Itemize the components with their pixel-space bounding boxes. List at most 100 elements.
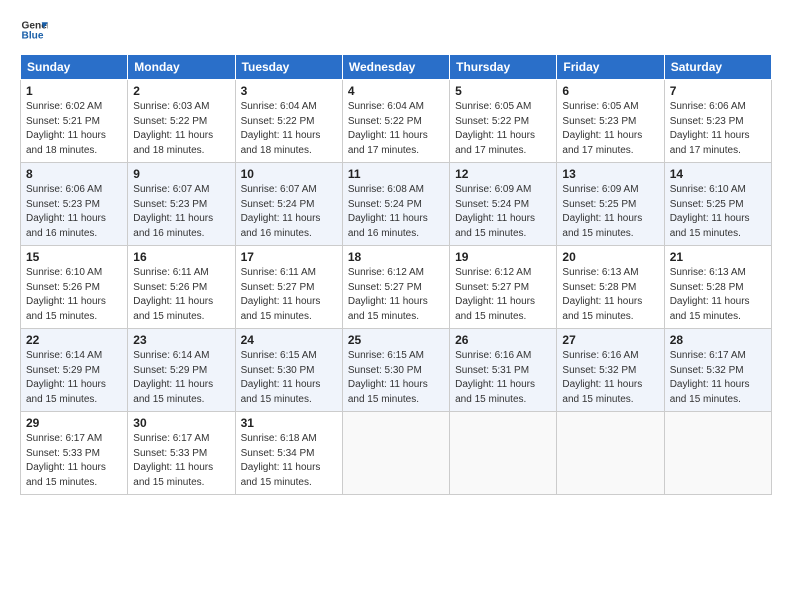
calendar-day-cell xyxy=(557,412,664,495)
calendar-day-cell: 1 Sunrise: 6:02 AM Sunset: 5:21 PM Daylig… xyxy=(21,80,128,163)
calendar-day-cell: 5 Sunrise: 6:05 AM Sunset: 5:22 PM Daylig… xyxy=(450,80,557,163)
day-number: 27 xyxy=(562,333,658,347)
day-number: 25 xyxy=(348,333,444,347)
day-info: Sunrise: 6:16 AM Sunset: 5:32 PM Dayligh… xyxy=(562,349,658,407)
calendar-header-row: SundayMondayTuesdayWednesdayThursdayFrid… xyxy=(21,55,772,80)
day-info: Sunrise: 6:06 AM Sunset: 5:23 PM Dayligh… xyxy=(670,100,766,158)
day-number: 1 xyxy=(26,84,122,98)
day-number: 19 xyxy=(455,250,551,264)
calendar-day-cell: 24Sunrise: 6:15 AM Sunset: 5:30 PM Dayli… xyxy=(235,329,342,412)
day-info: Sunrise: 6:13 AM Sunset: 5:28 PM Dayligh… xyxy=(562,266,658,324)
calendar-day-cell: 30 Sunrise: 6:17 AM Sunset: 5:33 PM Dayli… xyxy=(128,412,235,495)
day-info: Sunrise: 6:17 AM Sunset: 5:32 PM Dayligh… xyxy=(670,349,766,407)
day-info: Sunrise: 6:15 AM Sunset: 5:30 PM Dayligh… xyxy=(241,349,337,407)
day-number: 31 xyxy=(241,416,337,430)
day-number: 8 xyxy=(26,167,122,181)
calendar-day-cell: 16 Sunrise: 6:11 AM Sunset: 5:26 PM Dayli… xyxy=(128,246,235,329)
calendar-day-cell: 25 Sunrise: 6:15 AM Sunset: 5:30 PM Dayli… xyxy=(342,329,449,412)
column-header-tuesday: Tuesday xyxy=(235,55,342,80)
day-number: 29 xyxy=(26,416,122,430)
day-number: 13 xyxy=(562,167,658,181)
column-header-saturday: Saturday xyxy=(664,55,771,80)
day-info: Sunrise: 6:15 AM Sunset: 5:30 PM Dayligh… xyxy=(348,349,444,407)
calendar-day-cell: 21 Sunrise: 6:13 AM Sunset: 5:28 PM Dayli… xyxy=(664,246,771,329)
day-info: Sunrise: 6:17 AM Sunset: 5:33 PM Dayligh… xyxy=(26,432,122,490)
day-info: Sunrise: 6:10 AM Sunset: 5:26 PM Dayligh… xyxy=(26,266,122,324)
calendar-week-row: 8 Sunrise: 6:06 AM Sunset: 5:23 PM Daylig… xyxy=(21,163,772,246)
day-info: Sunrise: 6:06 AM Sunset: 5:23 PM Dayligh… xyxy=(26,183,122,241)
calendar-week-row: 29 Sunrise: 6:17 AM Sunset: 5:33 PM Dayli… xyxy=(21,412,772,495)
calendar-day-cell: 15Sunrise: 6:10 AM Sunset: 5:26 PM Dayli… xyxy=(21,246,128,329)
day-info: Sunrise: 6:09 AM Sunset: 5:25 PM Dayligh… xyxy=(562,183,658,241)
day-number: 2 xyxy=(133,84,229,98)
logo-icon: General Blue xyxy=(20,16,48,44)
calendar-day-cell: 9Sunrise: 6:07 AM Sunset: 5:23 PM Daylig… xyxy=(128,163,235,246)
day-info: Sunrise: 6:16 AM Sunset: 5:31 PM Dayligh… xyxy=(455,349,551,407)
day-number: 5 xyxy=(455,84,551,98)
day-info: Sunrise: 6:17 AM Sunset: 5:33 PM Dayligh… xyxy=(133,432,229,490)
day-info: Sunrise: 6:10 AM Sunset: 5:25 PM Dayligh… xyxy=(670,183,766,241)
page: General Blue SundayMondayTuesdayWednesda… xyxy=(0,0,792,612)
day-info: Sunrise: 6:04 AM Sunset: 5:22 PM Dayligh… xyxy=(348,100,444,158)
calendar-week-row: 22 Sunrise: 6:14 AM Sunset: 5:29 PM Dayli… xyxy=(21,329,772,412)
day-number: 30 xyxy=(133,416,229,430)
calendar-day-cell: 3 Sunrise: 6:04 AM Sunset: 5:22 PM Daylig… xyxy=(235,80,342,163)
day-number: 16 xyxy=(133,250,229,264)
day-info: Sunrise: 6:03 AM Sunset: 5:22 PM Dayligh… xyxy=(133,100,229,158)
day-info: Sunrise: 6:11 AM Sunset: 5:27 PM Dayligh… xyxy=(241,266,337,324)
day-info: Sunrise: 6:13 AM Sunset: 5:28 PM Dayligh… xyxy=(670,266,766,324)
day-number: 20 xyxy=(562,250,658,264)
header: General Blue xyxy=(20,16,772,44)
calendar-day-cell: 12Sunrise: 6:09 AM Sunset: 5:24 PM Dayli… xyxy=(450,163,557,246)
day-number: 28 xyxy=(670,333,766,347)
calendar-day-cell: 8 Sunrise: 6:06 AM Sunset: 5:23 PM Daylig… xyxy=(21,163,128,246)
calendar-day-cell: 27 Sunrise: 6:16 AM Sunset: 5:32 PM Dayli… xyxy=(557,329,664,412)
calendar-day-cell: 19 Sunrise: 6:12 AM Sunset: 5:27 PM Dayli… xyxy=(450,246,557,329)
svg-text:Blue: Blue xyxy=(22,31,44,42)
day-info: Sunrise: 6:05 AM Sunset: 5:22 PM Dayligh… xyxy=(455,100,551,158)
day-info: Sunrise: 6:07 AM Sunset: 5:24 PM Dayligh… xyxy=(241,183,337,241)
day-number: 6 xyxy=(562,84,658,98)
day-info: Sunrise: 6:14 AM Sunset: 5:29 PM Dayligh… xyxy=(133,349,229,407)
day-number: 4 xyxy=(348,84,444,98)
logo: General Blue xyxy=(20,16,48,44)
column-header-friday: Friday xyxy=(557,55,664,80)
day-info: Sunrise: 6:11 AM Sunset: 5:26 PM Dayligh… xyxy=(133,266,229,324)
day-info: Sunrise: 6:04 AM Sunset: 5:22 PM Dayligh… xyxy=(241,100,337,158)
day-number: 26 xyxy=(455,333,551,347)
day-number: 18 xyxy=(348,250,444,264)
day-number: 14 xyxy=(670,167,766,181)
calendar-day-cell: 17 Sunrise: 6:11 AM Sunset: 5:27 PM Dayli… xyxy=(235,246,342,329)
calendar-day-cell: 18 Sunrise: 6:12 AM Sunset: 5:27 PM Dayli… xyxy=(342,246,449,329)
calendar-day-cell: 10 Sunrise: 6:07 AM Sunset: 5:24 PM Dayli… xyxy=(235,163,342,246)
calendar-day-cell: 13 Sunrise: 6:09 AM Sunset: 5:25 PM Dayli… xyxy=(557,163,664,246)
calendar-day-cell: 7 Sunrise: 6:06 AM Sunset: 5:23 PM Daylig… xyxy=(664,80,771,163)
day-number: 3 xyxy=(241,84,337,98)
day-info: Sunrise: 6:09 AM Sunset: 5:24 PM Dayligh… xyxy=(455,183,551,241)
day-info: Sunrise: 6:12 AM Sunset: 5:27 PM Dayligh… xyxy=(348,266,444,324)
calendar-day-cell: 20 Sunrise: 6:13 AM Sunset: 5:28 PM Dayli… xyxy=(557,246,664,329)
day-number: 10 xyxy=(241,167,337,181)
day-number: 23 xyxy=(133,333,229,347)
calendar-day-cell: 11 Sunrise: 6:08 AM Sunset: 5:24 PM Dayli… xyxy=(342,163,449,246)
calendar-day-cell: 23 Sunrise: 6:14 AM Sunset: 5:29 PM Dayli… xyxy=(128,329,235,412)
column-header-thursday: Thursday xyxy=(450,55,557,80)
day-number: 22 xyxy=(26,333,122,347)
day-info: Sunrise: 6:05 AM Sunset: 5:23 PM Dayligh… xyxy=(562,100,658,158)
day-number: 11 xyxy=(348,167,444,181)
calendar-day-cell: 6 Sunrise: 6:05 AM Sunset: 5:23 PM Daylig… xyxy=(557,80,664,163)
day-number: 21 xyxy=(670,250,766,264)
day-number: 17 xyxy=(241,250,337,264)
day-number: 7 xyxy=(670,84,766,98)
calendar-day-cell: 31 Sunrise: 6:18 AM Sunset: 5:34 PM Dayli… xyxy=(235,412,342,495)
calendar-day-cell: 29 Sunrise: 6:17 AM Sunset: 5:33 PM Dayli… xyxy=(21,412,128,495)
calendar-week-row: 1 Sunrise: 6:02 AM Sunset: 5:21 PM Daylig… xyxy=(21,80,772,163)
day-info: Sunrise: 6:18 AM Sunset: 5:34 PM Dayligh… xyxy=(241,432,337,490)
calendar-day-cell xyxy=(342,412,449,495)
day-info: Sunrise: 6:12 AM Sunset: 5:27 PM Dayligh… xyxy=(455,266,551,324)
day-info: Sunrise: 6:02 AM Sunset: 5:21 PM Dayligh… xyxy=(26,100,122,158)
day-info: Sunrise: 6:08 AM Sunset: 5:24 PM Dayligh… xyxy=(348,183,444,241)
column-header-monday: Monday xyxy=(128,55,235,80)
calendar-day-cell xyxy=(664,412,771,495)
calendar-day-cell: 22Sunrise: 6:14 AM Sunset: 5:29 PM Dayli… xyxy=(21,329,128,412)
